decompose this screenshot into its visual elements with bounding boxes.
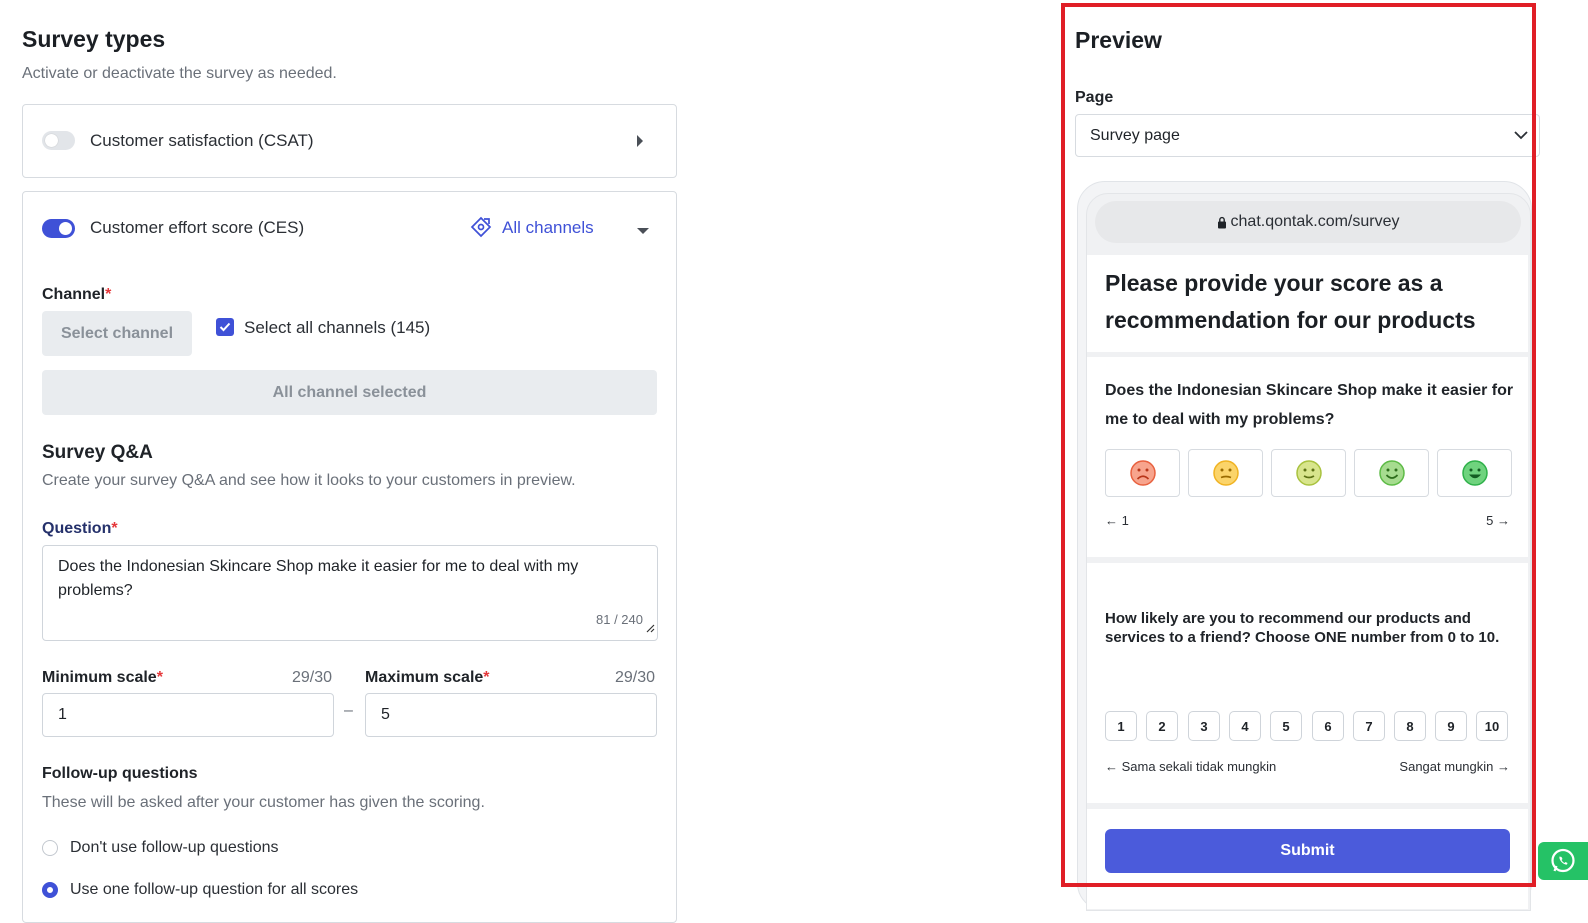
range-dash: –: [344, 702, 353, 719]
ces-card: Customer effort score (CES) All channels…: [22, 191, 677, 923]
chevron-down-icon[interactable]: [635, 223, 651, 241]
qa-subtitle: Create your survey Q&A and see how it lo…: [42, 472, 576, 489]
channel-label: Channel*: [42, 286, 112, 303]
followup-none-label[interactable]: Don't use follow-up questions: [70, 839, 279, 857]
page-subtitle: Activate or deactivate the survey as nee…: [22, 65, 337, 82]
whatsapp-button[interactable]: [1538, 842, 1588, 880]
select-all-label[interactable]: Select all channels (145): [244, 318, 430, 338]
question-text[interactable]: Does the Indonesian Skincare Shop make i…: [58, 555, 618, 603]
max-scale-label: Maximum scale*: [365, 669, 490, 686]
select-channel-button[interactable]: Select channel: [42, 311, 192, 356]
followup-none-radio[interactable]: [42, 840, 58, 856]
resize-handle-icon[interactable]: [645, 620, 655, 638]
preview-highlight-frame: [1061, 3, 1536, 887]
max-scale-counter: 29/30: [615, 669, 656, 686]
min-scale-input[interactable]: 1: [42, 693, 334, 737]
followup-one-radio[interactable]: [42, 882, 58, 898]
ces-label: Customer effort score (CES): [90, 218, 305, 237]
channels-icon[interactable]: [470, 216, 492, 243]
all-channel-selected-button[interactable]: All channel selected: [42, 370, 657, 415]
csat-card[interactable]: Customer satisfaction (CSAT): [22, 104, 677, 178]
followup-title: Follow-up questions: [42, 765, 198, 782]
all-channels-link[interactable]: All channels: [502, 218, 594, 238]
min-scale-label: Minimum scale*: [42, 669, 163, 686]
csat-toggle[interactable]: [42, 131, 75, 150]
question-field[interactable]: Does the Indonesian Skincare Shop make i…: [42, 545, 658, 641]
page-title: Survey types: [22, 26, 166, 52]
question-counter: 81 / 240: [596, 612, 643, 627]
chevron-right-icon[interactable]: [635, 133, 645, 154]
csat-label: Customer satisfaction (CSAT): [90, 131, 314, 150]
select-all-checkbox[interactable]: [216, 318, 234, 336]
followup-one-label[interactable]: Use one follow-up question for all score…: [70, 881, 358, 899]
qa-title: Survey Q&A: [42, 442, 153, 463]
whatsapp-icon: [1551, 848, 1575, 873]
max-scale-input[interactable]: 5: [365, 693, 657, 737]
question-label: Question*: [42, 520, 118, 537]
ces-toggle[interactable]: [42, 219, 75, 238]
min-scale-counter: 29/30: [292, 669, 333, 686]
followup-subtitle: These will be asked after your customer …: [42, 794, 485, 811]
